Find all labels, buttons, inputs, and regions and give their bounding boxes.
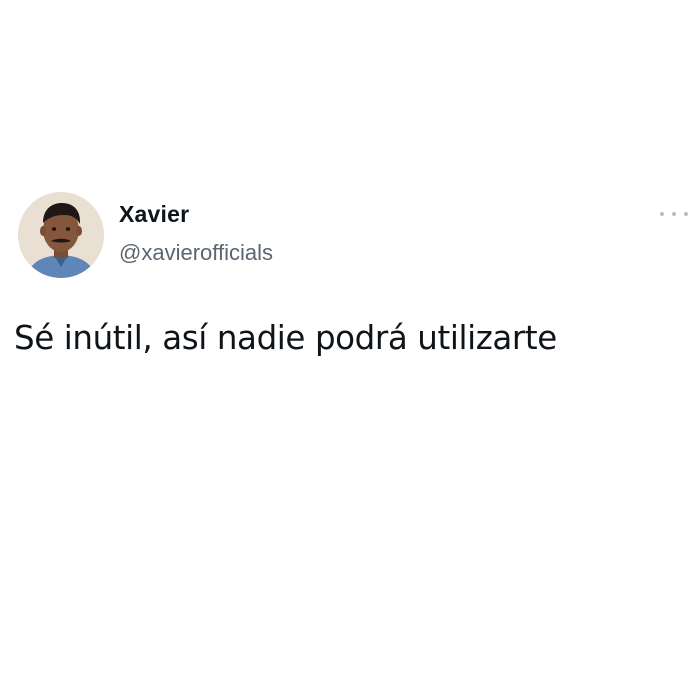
ellipsis-icon — [660, 212, 664, 216]
profile-photo-icon — [18, 192, 104, 278]
tweet-text: Sé inútil, así nadie podrá utilizarte — [14, 319, 557, 357]
ellipsis-icon — [684, 212, 688, 216]
tweet-card: Xavier @xavierofficials Sé inútil, así n… — [0, 0, 700, 675]
ellipsis-icon — [672, 212, 676, 216]
display-name[interactable]: Xavier — [119, 200, 273, 228]
avatar[interactable] — [18, 192, 104, 278]
author-info: Xavier @xavierofficials — [119, 200, 273, 267]
more-options-button[interactable] — [660, 206, 688, 222]
user-handle[interactable]: @xavierofficials — [119, 239, 273, 267]
